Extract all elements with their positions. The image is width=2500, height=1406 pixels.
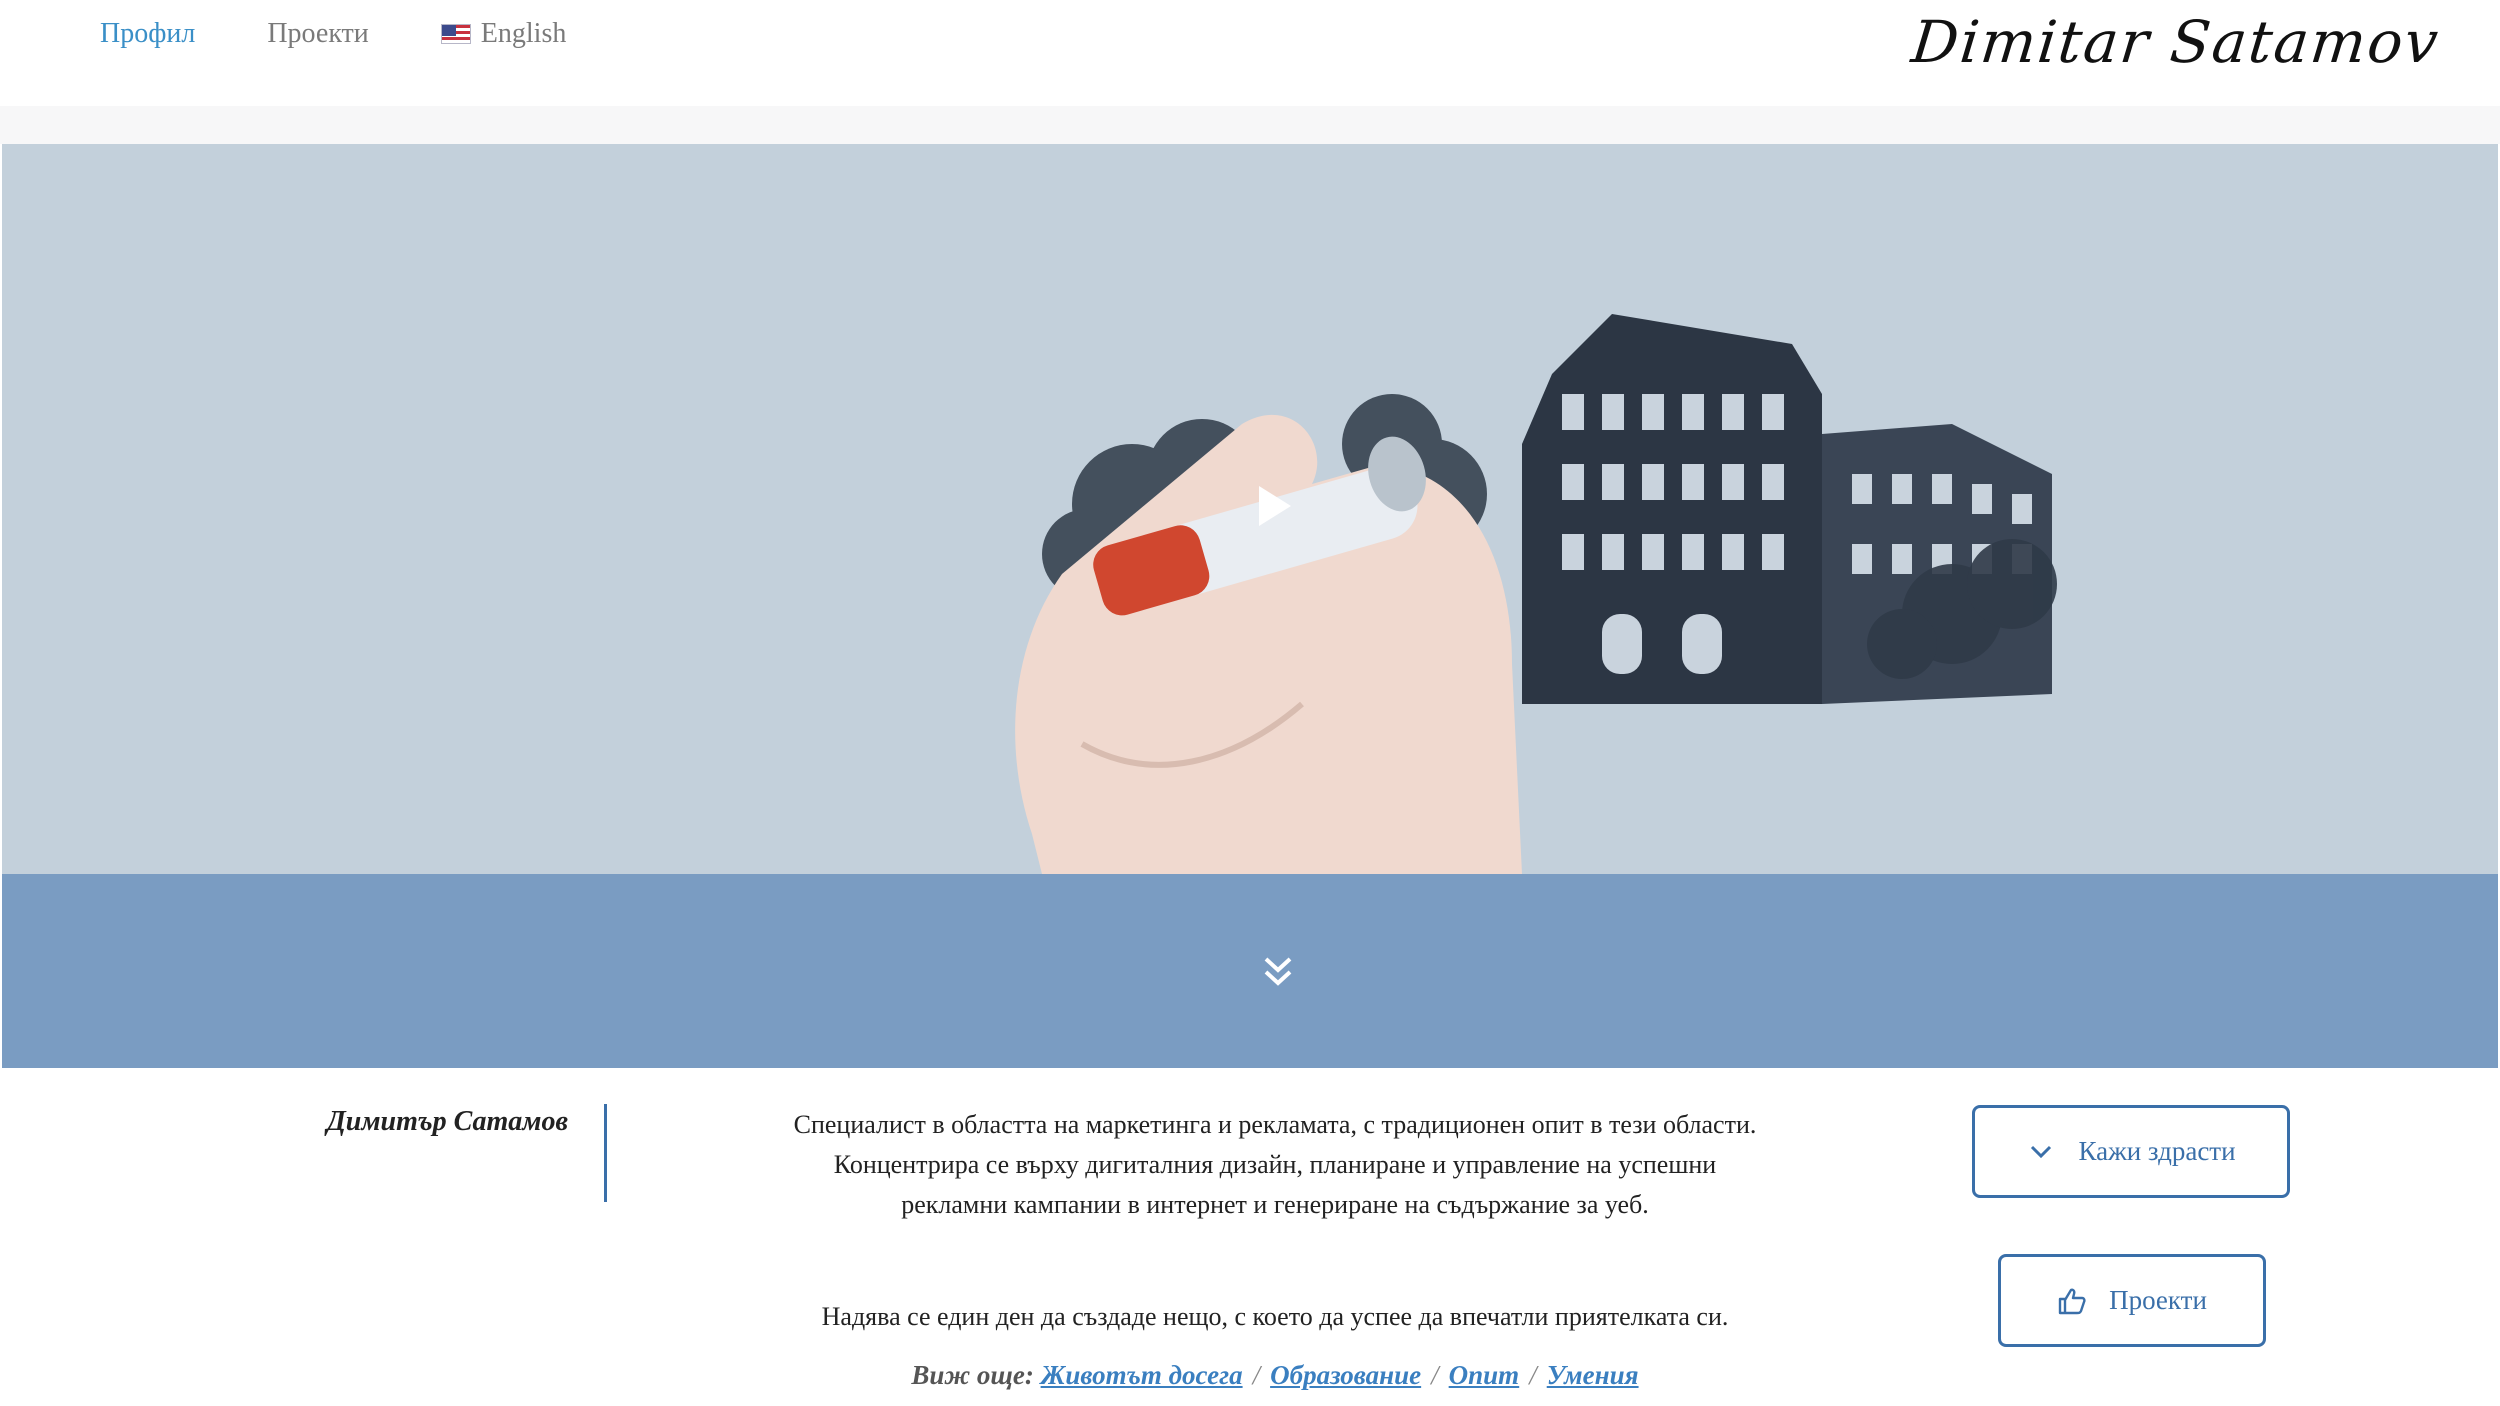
signature-logo: Dimitar Satamov [1908, 8, 2444, 76]
link-experience[interactable]: Опит [1449, 1360, 1520, 1390]
nav-item-label: English [480, 18, 567, 49]
double-chevron-down-icon[interactable] [1262, 955, 1294, 989]
say-hello-label: Кажи здрасти [2078, 1136, 2236, 1166]
profile-bio: Специалист в областта на маркетинга и ре… [700, 1105, 1850, 1225]
vertical-divider [604, 1104, 607, 1202]
link-skills[interactable]: Умения [1547, 1360, 1639, 1390]
profile-name: Димитър Сатамов [326, 1106, 568, 1137]
bio-line: Концентрира се върху дигиталния дизайн, … [833, 1150, 1717, 1179]
chevron-down-icon [2031, 1145, 2052, 1158]
nav-item-label: Проекти [267, 18, 369, 49]
nav-item-language[interactable]: English [440, 18, 567, 50]
thumbs-up-icon [2058, 1288, 2086, 1314]
bio-line: Специалист в областта на маркетинга и ре… [793, 1110, 1757, 1139]
bio-line: рекламни кампании в интернет и генериран… [901, 1190, 1649, 1219]
play-icon[interactable] [1257, 484, 1293, 528]
nav-item-label: Профил [100, 18, 196, 49]
header-divider-strip [0, 106, 2500, 144]
nav-item-profile[interactable]: Профил [100, 18, 195, 50]
us-flag-icon [440, 24, 471, 44]
hero-video[interactable] [2, 144, 2498, 874]
see-more-label: Виж още: [911, 1360, 1034, 1390]
projects-button[interactable]: Проекти [1998, 1254, 2266, 1347]
building-illustration [1522, 314, 2057, 704]
projects-label: Проекти [2109, 1285, 2207, 1315]
top-navigation-bar: Профил Проекти English Dimitar Satamov [0, 0, 2500, 106]
link-education[interactable]: Образование [1270, 1360, 1421, 1390]
profile-quote: Надява се един ден да създаде нещо, с ко… [821, 1302, 1729, 1331]
hero-bottom-band [2, 874, 2498, 1068]
nav-item-projects[interactable]: Проекти [267, 18, 368, 50]
main-nav: Профил Проекти English [100, 18, 566, 50]
say-hello-button[interactable]: Кажи здрасти [1972, 1105, 2290, 1198]
hero-illustration [1015, 314, 2057, 874]
see-more-links: Виж още: Животът досега / Образование / Опит… [911, 1360, 1639, 1390]
link-life-so-far[interactable]: Животът досега [1041, 1360, 1243, 1390]
